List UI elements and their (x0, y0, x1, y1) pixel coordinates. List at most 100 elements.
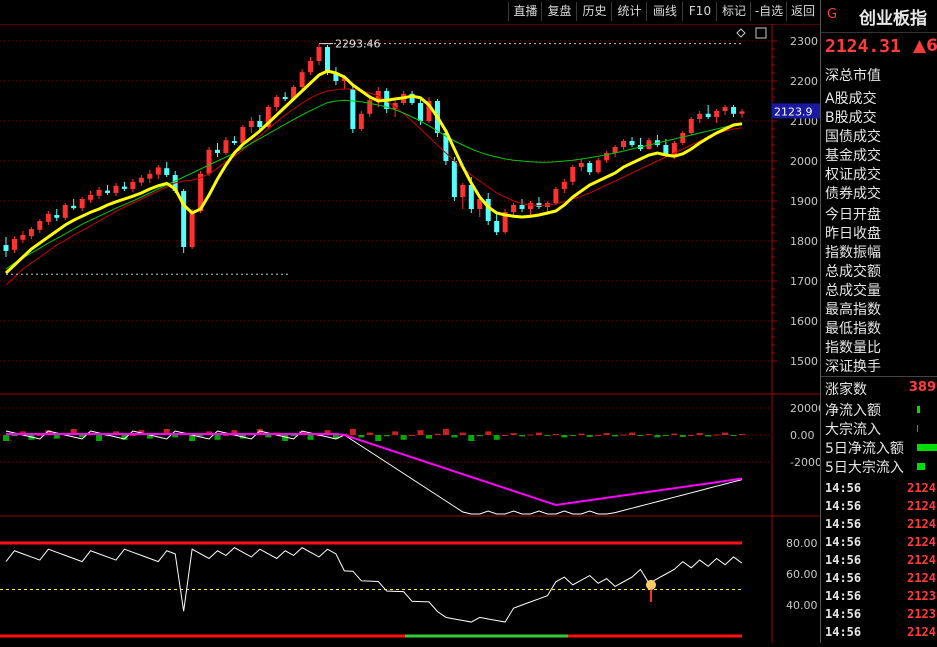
title-row: G 创业板指 (821, 0, 937, 30)
flow-bar (654, 435, 661, 438)
flow-bar (265, 435, 272, 438)
flow-magenta-line (6, 433, 743, 507)
tick-time-1: 14:56 (825, 499, 862, 513)
flow-bar (569, 435, 576, 436)
chart-area[interactable]: 2300 2200 2100 2000 1900 1800 1700 1600 1500 2293… (0, 23, 829, 643)
candle-body (528, 203, 534, 209)
candle-body (697, 113, 703, 119)
tick-time-3: 14:56 (825, 535, 862, 549)
candle-body (121, 186, 127, 189)
current-price-label: 2123.9 (774, 105, 813, 118)
flow-bar (552, 434, 559, 436)
candle-body (731, 107, 737, 114)
tick-value-1: 2124 (907, 499, 936, 513)
index-name: 创业板指 (859, 9, 927, 29)
flow-bar (595, 435, 602, 436)
stat-label-4: 总成交量 (825, 283, 881, 299)
toolbar-button-4[interactable]: 画线 (646, 2, 683, 21)
g-mark: G (827, 7, 838, 22)
candle-body (494, 221, 500, 233)
tick-value-5: 2124 (907, 571, 936, 585)
high-annotation: 2293.46 (335, 38, 381, 51)
flow-bar (36, 435, 43, 436)
candle-body (629, 141, 635, 145)
kline-chart[interactable]: 2300220021002000190018001700160015002293… (0, 23, 829, 643)
tick-value-7: 2123 (907, 607, 936, 621)
flow-marker-2 (917, 444, 937, 451)
flow-bar (688, 435, 695, 436)
candle-body (37, 221, 43, 230)
toolbar-button-3[interactable]: 统计 (611, 2, 647, 21)
flow-bar (620, 434, 627, 436)
osc-tick-label: 80.00 (786, 537, 818, 550)
flow-white-line (5, 430, 743, 515)
flow-bar (222, 435, 229, 436)
candle-body (367, 100, 373, 114)
flow-bar (468, 435, 475, 441)
flow-bar (586, 435, 593, 437)
price-row: 2124.31 ▲6 (821, 32, 937, 61)
flow-tick-label: 0.00 (790, 429, 815, 442)
stat-label-1: 昨日收盘 (825, 226, 881, 242)
toolbar-button-1[interactable]: 复盘 (541, 2, 577, 21)
tick-value-0: 2124 (907, 481, 936, 495)
flow-bar (375, 435, 382, 441)
stat-label-7: 指数量比 (825, 340, 881, 356)
flow-label-3: 5日大宗流入 (825, 460, 904, 476)
flow-bar (713, 434, 720, 436)
toolbar-button-5[interactable]: F10 (682, 2, 717, 21)
candle-body (54, 215, 60, 218)
price-tick-label: 1900 (790, 195, 818, 208)
candle-body (240, 127, 246, 143)
candle-body (96, 189, 102, 196)
toolbar-button-6[interactable]: 标记 (716, 2, 751, 21)
candle-body (214, 149, 220, 153)
flow-bar (11, 435, 18, 437)
candle-body (62, 205, 68, 218)
toolbar-button-0[interactable]: 直播 (508, 2, 542, 21)
toolbar-button-2[interactable]: 历史 (576, 2, 612, 21)
candle-body (561, 181, 567, 189)
flow-tick-label: -20000 (790, 456, 820, 469)
flow-bar (366, 432, 373, 435)
tick-time-8: 14:56 (825, 625, 862, 639)
candle-body (130, 181, 136, 189)
candle-body (282, 97, 288, 99)
flow-bar (519, 435, 526, 437)
tick-time-4: 14:56 (825, 553, 862, 567)
quote-panel: G 创业板指 2124.31 ▲6 深总市值 A股成交 B股成交 国债成交 基金成交权… (820, 0, 937, 643)
flow-marker-3 (917, 463, 925, 470)
candle-body (138, 177, 144, 183)
flow-bar (476, 435, 483, 437)
candle-body (274, 97, 280, 107)
flow-label-2: 5日净流入额 (825, 441, 904, 457)
toolbar-button-8[interactable]: 返回 (786, 2, 819, 21)
candle-body (621, 141, 627, 147)
stat-label-6: 最低指数 (825, 321, 881, 337)
ma-fast-line (4, 69, 743, 275)
candle-body (248, 121, 254, 127)
flow-bar (527, 434, 534, 436)
candle-body (714, 111, 720, 117)
volume-label-0: A股成交 (825, 91, 877, 107)
candle-body (45, 213, 51, 222)
flow-bar (442, 429, 449, 435)
flow-bar (307, 435, 314, 440)
flow-bar (603, 433, 610, 435)
flow-bar (671, 433, 678, 435)
flow-bar (53, 435, 60, 439)
flow-bar (510, 433, 517, 435)
candle-body (231, 141, 237, 143)
flow-bar (739, 434, 745, 436)
flow-bar (459, 432, 466, 435)
flow-bar (535, 432, 542, 435)
flow-bar (705, 435, 712, 437)
flow-bar (561, 435, 568, 438)
price-tick-label: 2200 (790, 75, 818, 88)
candle-body (223, 140, 229, 153)
toolbar-button-7[interactable]: -自选 (750, 2, 787, 21)
stat-label-0: 今日开盘 (825, 207, 881, 223)
flow-bar (409, 435, 416, 436)
candle-body (688, 119, 694, 133)
flow-bar (96, 435, 103, 441)
